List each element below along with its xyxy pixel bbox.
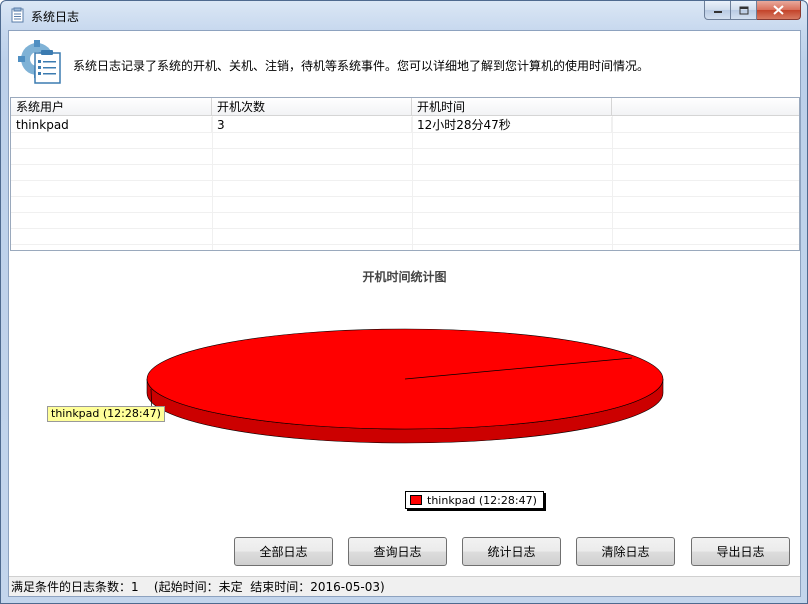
table-row-empty [11,165,799,181]
export-logs-button[interactable]: 导出日志 [691,537,790,566]
table-row-empty [11,149,799,165]
all-logs-button[interactable]: 全部日志 [234,537,333,566]
cell-boot-time: 12小时28分47秒 [412,117,612,133]
log-app-icon [11,7,24,23]
header-description: 系统日志记录了系统的开机、关机、注销，待机等系统事件。您可以详细地了解到您计算机… [73,59,650,73]
pie-slice-callout: thinkpad (12:28:47) [47,406,165,422]
clear-logs-button[interactable]: 清除日志 [576,537,675,566]
table-header: 系统用户 开机次数 开机时间 [11,98,799,116]
column-header-user[interactable]: 系统用户 [11,98,212,116]
chart-legend: thinkpad (12:28:47) [405,491,544,509]
cell-user: thinkpad [11,117,212,133]
maximize-button[interactable] [731,1,757,20]
status-count-label: 满足条件的日志条数： [11,580,132,594]
boot-time-chart: 开机时间统计图 thinkpad (12:28:47) thinkpad (12… [9,255,800,527]
title-bar[interactable]: 系统日志 [1,1,807,29]
minimize-icon [713,11,722,13]
table-row-empty [11,229,799,245]
stats-logs-button[interactable]: 统计日志 [462,537,561,566]
window-title: 系统日志 [31,10,80,24]
close-button[interactable] [757,1,801,20]
caption-buttons [704,1,801,21]
cell-empty [612,117,799,133]
table-row-empty [11,197,799,213]
column-header-boot-count[interactable]: 开机次数 [212,98,412,116]
column-header-empty[interactable] [612,98,799,116]
maximize-icon [739,6,748,14]
log-table[interactable]: 系统用户 开机次数 开机时间 thinkpad 3 12小时28分47秒 [10,97,800,251]
status-bar: 满足条件的日志条数：1 (起始时间：未定 结束时间：2016-05-03) [9,576,800,596]
pie-chart [146,328,664,444]
close-icon [773,5,784,15]
window: 系统日志 系统日志记录了系统的开机、关机、注销，待机等系统事件。您可以详细地了解… [0,0,808,604]
table-row-empty [11,181,799,197]
status-range: (起始时间：未定 结束时间：2016-05-03) [153,580,385,594]
minimize-button[interactable] [704,1,731,20]
client-area: 系统日志记录了系统的开机、关机、注销，待机等系统事件。您可以详细地了解到您计算机… [8,30,801,597]
cell-boot-count: 3 [212,117,412,133]
column-header-boot-time[interactable]: 开机时间 [412,98,612,116]
table-row-empty [11,133,799,149]
query-logs-button[interactable]: 查询日志 [348,537,447,566]
legend-swatch [410,495,422,505]
system-log-settings-icon [18,40,61,84]
header-panel: 系统日志记录了系统的开机、关机、注销，待机等系统事件。您可以详细地了解到您计算机… [9,31,800,94]
legend-label: thinkpad (12:28:47) [427,493,537,507]
status-count: 1 [131,580,139,594]
table-row-empty [11,213,799,229]
table-row[interactable]: thinkpad 3 12小时28分47秒 [11,117,799,133]
